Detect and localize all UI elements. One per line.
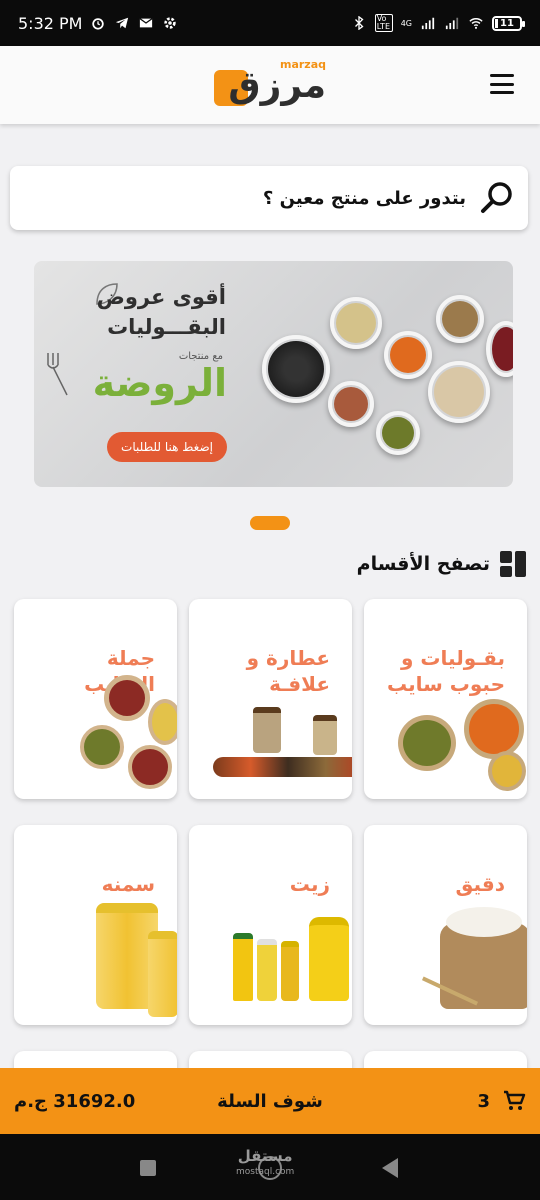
promo-banner[interactable]: أقوى عروض البقـــوليات مع منتجات الروضة … (34, 261, 513, 487)
bowl-kidney-beans (486, 321, 513, 377)
wholesale-image (74, 675, 177, 795)
banner-line-1: أقوى عروض (96, 285, 226, 309)
search-icon[interactable] (480, 180, 516, 216)
back-button[interactable] (382, 1158, 398, 1178)
bowl-lentils (384, 331, 432, 379)
category-label: زيت (289, 872, 330, 896)
bowl-chickpeas (330, 297, 382, 349)
search-bar[interactable]: بتدور على منتج معين ؟ (10, 166, 528, 230)
categories-heading: تصفح الأقسام (357, 551, 526, 577)
logo-arabic: مرزق (228, 65, 326, 106)
category-card-ghee[interactable]: سمنه (14, 825, 177, 1025)
category-card-flour[interactable]: دقيق (364, 825, 527, 1025)
watermark: مستقل mostaql.com (236, 1148, 294, 1180)
category-label: سمنه (101, 872, 155, 896)
spices-image (203, 707, 352, 782)
fork-icon (47, 353, 68, 396)
bluetooth-icon (354, 16, 364, 30)
watermark-en: mostaql.com (236, 1167, 295, 1177)
battery-level: 11 (500, 17, 514, 29)
cart-total: 31692.0 ج.م (14, 1090, 136, 1112)
bowl-peanuts (328, 381, 374, 427)
category-card-legumes[interactable]: بقـوليات و حبوب سايب (364, 599, 527, 799)
wifi-icon (469, 18, 483, 29)
cart-icon[interactable] (502, 1089, 526, 1113)
volte-label: Vo LTE (374, 14, 393, 32)
recents-button[interactable] (140, 1160, 156, 1176)
bowl-mung-beans (376, 411, 420, 455)
menu-icon[interactable] (490, 74, 514, 94)
app-logo[interactable]: marzaq مرزق (214, 58, 326, 110)
category-card-spices[interactable]: عطارة و علافـة (189, 599, 352, 799)
alarm-icon (92, 18, 105, 30)
signal-icon (421, 17, 435, 30)
app-header: marzaq مرزق (0, 46, 540, 124)
order-now-button[interactable]: إضغط هنا للطلبات (107, 432, 227, 462)
signal-icon-2 (445, 17, 459, 30)
settings-icon (164, 17, 177, 29)
ghee-image (92, 899, 177, 1019)
category-label: دقيق (455, 872, 505, 896)
cart-bar[interactable]: 31692.0 ج.م شوف السلة 3 (0, 1068, 540, 1134)
system-nav-bar: مستقل mostaql.com (0, 1134, 540, 1200)
bowl-brown-lentils (436, 295, 484, 343)
watermark-ar: مستقل (237, 1147, 293, 1165)
banner-page-indicator (250, 516, 290, 530)
banner-brand: الروضة (92, 361, 227, 405)
status-bar: 5:32 PM Vo LTE 4G 11 (0, 0, 540, 46)
category-label: عطارة و علافـة (246, 646, 330, 696)
banner-line-2: البقـــوليات (107, 315, 226, 339)
mail-icon (139, 18, 153, 28)
telegram-icon (116, 17, 129, 29)
network-label: 4G (400, 18, 412, 28)
search-placeholder: بتدور على منتج معين ؟ (262, 187, 466, 209)
category-label: بقـوليات و حبوب سايب (386, 646, 505, 696)
bowl-black-beans (262, 335, 330, 403)
categories-title: تصفح الأقسام (356, 553, 490, 575)
legumes-image (394, 699, 526, 791)
flour-image (420, 903, 527, 1019)
oil-image (229, 917, 352, 1001)
category-card-oil[interactable]: زيت (189, 825, 352, 1025)
cart-count: 3 (477, 1090, 490, 1112)
bowl-white-beans (428, 361, 490, 423)
category-card-wholesale[interactable]: جملة السايب (14, 599, 177, 799)
status-time: 5:32 PM (18, 13, 83, 33)
grid-icon (500, 551, 526, 577)
battery-icon: 11 (492, 15, 525, 31)
